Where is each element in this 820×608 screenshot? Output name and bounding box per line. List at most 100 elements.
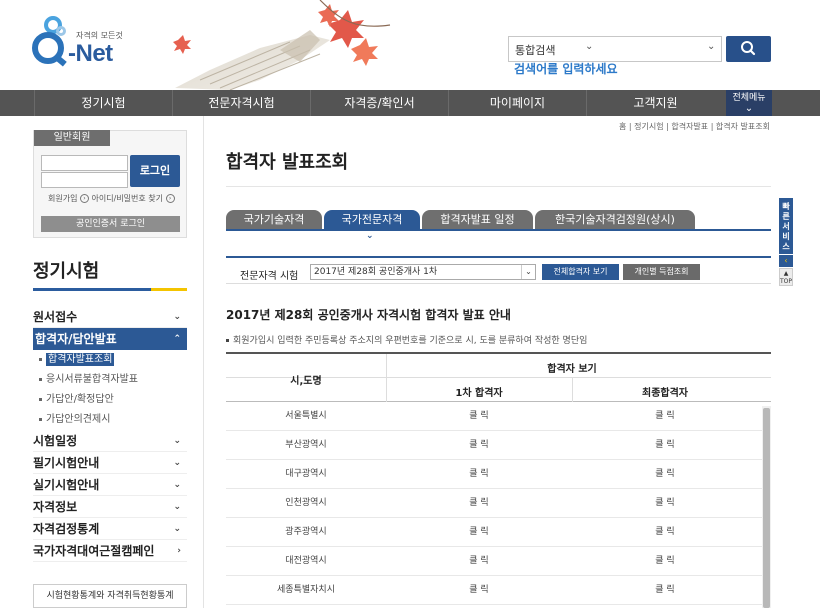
sidebar-subitem-result-lookup[interactable]: 합격자발표조회 xyxy=(33,350,187,370)
sidebar-menu: 원서접수 ⌄ 합격자/답안발표 ⌃ 합격자발표조회 응시서류불합격자발표 가답안… xyxy=(33,306,187,562)
chevron-down-icon: ⌄ xyxy=(173,436,181,446)
final-passers-link[interactable]: 클 릭 xyxy=(572,576,758,605)
first-passers-link[interactable]: 클 릭 xyxy=(386,576,572,605)
sidebar-item-results[interactable]: 합격자/답안발표 ⌃ xyxy=(33,328,187,350)
login-button[interactable]: 로그인 xyxy=(130,155,180,187)
sidebar-item-label: 시험일정 xyxy=(33,434,78,448)
search-button[interactable] xyxy=(726,36,771,62)
search-input[interactable]: 검색어를 입력하세요 xyxy=(514,60,618,77)
final-passers-link[interactable]: 클 릭 xyxy=(572,489,758,518)
exam-filter-label: 전문자격 시험 xyxy=(240,271,299,282)
column-header-first: 1차 합격자 xyxy=(455,388,503,399)
header: 자격의 모든것 -Net 통합검색 ⌄ ⌄ 검색어를 입력하세요 xyxy=(0,0,820,90)
sidebar-item-qualification-info[interactable]: 자격정보 ⌄ xyxy=(33,496,187,518)
tab-national-professional[interactable]: 국가전문자격 xyxy=(324,210,420,230)
column-divider xyxy=(386,354,387,378)
final-passers-link[interactable]: 클 릭 xyxy=(572,402,758,431)
sidebar-subitem-answers[interactable]: 가답안/확정답안 xyxy=(33,390,187,410)
sidebar-item-practical-exam[interactable]: 실기시험안내 ⌄ xyxy=(33,474,187,496)
sidebar-subitem-document-fail[interactable]: 응시서류불합격자발표 xyxy=(33,370,187,390)
region-cell: 서울특별시 xyxy=(285,411,327,421)
search-category-select[interactable]: 통합검색 ⌄ ⌄ xyxy=(508,36,722,62)
sidebar-item-schedule[interactable]: 시험일정 ⌄ xyxy=(33,430,187,452)
sidebar-subitem-answer-opinion[interactable]: 가답안의견제시 xyxy=(33,410,187,430)
caret-up-icon: ▲ xyxy=(783,270,789,277)
chevron-right-icon: › xyxy=(177,546,181,556)
table-scrollbar[interactable] xyxy=(762,406,771,608)
notice-description-text: 회원가입시 입력한 주민등록상 주소지의 우편번호를 기준으로 시, 도를 분류… xyxy=(233,336,588,346)
region-cell: 부산광역시 xyxy=(285,440,327,450)
exam-select-value: 2017년 제28회 공인중개사 1차 xyxy=(314,267,438,277)
tab-bar: 국가기술자격 국가전문자격 합격자발표 일정 한국기술자격검정원(상시) xyxy=(226,210,771,230)
tab-hrd-korea-regular[interactable]: 한국기술자격검정원(상시) xyxy=(535,210,695,230)
join-link[interactable]: 회원가입 xyxy=(48,194,77,203)
main-navigation: 정기시험 전문자격시험 자격증/확인서 마이페이지 고객지원 전체메뉴 ⌄ xyxy=(0,90,820,116)
login-links: 회원가입 › 아이디/비밀번호 찾기 › xyxy=(48,193,175,204)
view-all-passers-button[interactable]: 전체합격자 보기 xyxy=(542,264,619,280)
statistics-link-button[interactable]: 시험현황통계와 자격취득현황통계 xyxy=(33,584,187,608)
username-input[interactable] xyxy=(41,155,128,171)
password-input[interactable] xyxy=(41,172,128,188)
nav-item-support[interactable]: 고객지원 xyxy=(586,90,724,116)
final-passers-link[interactable]: 클 릭 xyxy=(572,547,758,576)
sidebar-title: 정기시험 xyxy=(33,261,100,282)
qnet-logo[interactable]: 자격의 모든것 -Net xyxy=(32,14,142,74)
first-passers-link[interactable]: 클 릭 xyxy=(386,489,572,518)
chevron-down-icon: ⌄ xyxy=(173,480,181,490)
first-passers-link[interactable]: 클 릭 xyxy=(386,518,572,547)
first-passers-link[interactable]: 클 릭 xyxy=(386,431,572,460)
chevron-left-icon[interactable]: ‹ xyxy=(779,255,793,267)
region-cell: 대구광역시 xyxy=(285,469,327,479)
scroll-top-button[interactable]: ▲ TOP xyxy=(779,268,793,286)
sidebar-item-written-exam[interactable]: 필기시험안내 ⌄ xyxy=(33,452,187,474)
table-row: 대전광역시 클 릭 클 릭 xyxy=(226,547,771,576)
quick-service-button[interactable]: 빠른서비스 xyxy=(779,198,793,254)
tab-announcement-schedule[interactable]: 합격자발표 일정 xyxy=(422,210,533,230)
bullet-icon xyxy=(226,339,229,342)
exam-select[interactable]: 2017년 제28회 공인중개사 1차 ⌄ xyxy=(310,264,536,280)
region-cell: 세종특별자치시 xyxy=(277,585,335,595)
region-cell: 인천광역시 xyxy=(285,498,327,508)
scrollbar-thumb[interactable] xyxy=(763,408,770,608)
certificate-login-button[interactable]: 공인인증서 로그인 xyxy=(41,216,180,232)
first-passers-link[interactable]: 클 릭 xyxy=(386,402,572,431)
result-table: 시,도명 합격자 보기 1차 합격자 최종합격자 서울특별시 클 릭 클 릭 부… xyxy=(226,352,771,605)
table-row: 세종특별자치시 클 릭 클 릭 xyxy=(226,576,771,605)
bullet-icon xyxy=(39,377,42,381)
table-row: 인천광역시 클 릭 클 릭 xyxy=(226,489,771,518)
sidebar-item-statistics[interactable]: 자격검정통계 ⌄ xyxy=(33,518,187,540)
nav-item-regular-exam[interactable]: 정기시험 xyxy=(34,90,172,116)
region-cell: 대전광역시 xyxy=(285,556,327,566)
sidebar-title-underline xyxy=(33,288,187,291)
final-passers-link[interactable]: 클 릭 xyxy=(572,431,758,460)
find-account-link[interactable]: 아이디/비밀번호 찾기 xyxy=(92,194,163,203)
table-row: 광주광역시 클 릭 클 릭 xyxy=(226,518,771,547)
sidebar-subitem-label: 응시서류불합격자발표 xyxy=(46,374,138,385)
left-sidebar: 일반회원 로그인 회원가입 › 아이디/비밀번호 찾기 › 공인인증서 로그인 … xyxy=(0,116,204,608)
first-passers-link[interactable]: 클 릭 xyxy=(386,460,572,489)
tab-underline xyxy=(226,229,771,231)
table-header-row: 시,도명 합격자 보기 xyxy=(226,354,771,387)
sidebar-item-application[interactable]: 원서접수 ⌄ xyxy=(33,306,187,328)
chevron-down-icon: ⌄ xyxy=(521,265,535,279)
sidebar-item-campaign[interactable]: 국가자격대여근절캠페인 › xyxy=(33,540,187,562)
logo-q-icon xyxy=(32,32,64,64)
all-menu-button[interactable]: 전체메뉴 ⌄ xyxy=(726,90,772,116)
column-header-final: 최종합격자 xyxy=(642,388,688,399)
chevron-down-icon: ⌄ xyxy=(173,502,181,512)
final-passers-link[interactable]: 클 릭 xyxy=(572,460,758,489)
notice-description: 회원가입시 입력한 주민등록상 주소지의 우편번호를 기준으로 시, 도를 분류… xyxy=(226,333,587,346)
nav-item-mypage[interactable]: 마이페이지 xyxy=(448,90,586,116)
personal-score-button[interactable]: 개인별 득점조회 xyxy=(623,264,700,280)
final-passers-link[interactable]: 클 릭 xyxy=(572,518,758,547)
sidebar-item-label: 원서접수 xyxy=(33,310,78,324)
member-tab[interactable]: 일반회원 xyxy=(34,130,110,146)
nav-item-certificate[interactable]: 자격증/확인서 xyxy=(310,90,448,116)
page-title: 합격자 발표조회 xyxy=(226,152,349,173)
nav-item-professional-exam[interactable]: 전문자격시험 xyxy=(172,90,310,116)
chevron-down-icon: ⌄ xyxy=(366,231,374,241)
tab-national-technical[interactable]: 국가기술자격 xyxy=(226,210,322,230)
first-passers-link[interactable]: 클 릭 xyxy=(386,547,572,576)
column-header-group: 합격자 보기 xyxy=(547,364,597,375)
sidebar-item-label: 자격정보 xyxy=(33,500,78,514)
